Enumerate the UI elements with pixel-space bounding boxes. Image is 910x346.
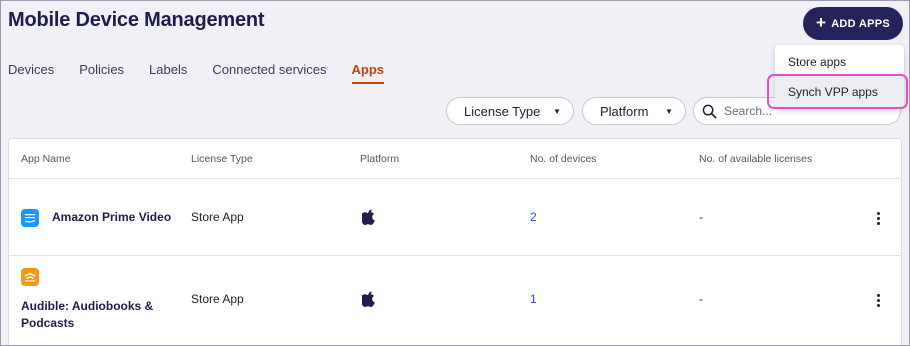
table-row[interactable]: Amazon Prime Video Store App 2 -: [9, 179, 901, 256]
search-icon: [702, 104, 717, 118]
license-type: Store App: [191, 292, 244, 306]
column-header[interactable]: License Type: [191, 153, 253, 165]
tab-devices[interactable]: Devices: [8, 62, 54, 82]
license-type: Store App: [191, 210, 244, 224]
highlight-annotation: [767, 74, 908, 109]
table-header: App Name License Type Platform No. of de…: [9, 139, 901, 179]
caret-down-icon: ▼: [665, 106, 673, 116]
license-type-filter-label: License Type: [464, 103, 541, 119]
tab-policies[interactable]: Policies: [79, 62, 124, 82]
available-licenses: -: [699, 292, 703, 306]
apple-icon: [362, 291, 375, 307]
add-apps-label: ADD APPS: [831, 17, 891, 30]
platform-filter-label: Platform: [600, 103, 649, 119]
add-apps-button[interactable]: + ADD APPS: [803, 7, 903, 40]
table-row[interactable]: Audible: Audiobooks & Podcasts Store App…: [9, 256, 901, 346]
license-type-filter[interactable]: License Type ▼: [446, 97, 574, 125]
device-count-link[interactable]: 2: [530, 210, 537, 224]
plus-icon: +: [815, 13, 827, 32]
menu-item-store-apps[interactable]: Store apps: [775, 47, 904, 77]
more-actions-icon[interactable]: [871, 212, 885, 225]
apps-table: App Name License Type Platform No. of de…: [8, 138, 902, 346]
tab-connected-services[interactable]: Connected services: [212, 62, 326, 82]
available-licenses: -: [699, 210, 703, 224]
caret-down-icon: ▼: [553, 106, 561, 116]
tab-bar: Devices Policies Labels Connected servic…: [8, 62, 409, 84]
device-count-link[interactable]: 1: [530, 292, 537, 306]
column-header[interactable]: App Name: [21, 153, 71, 165]
prime-video-icon: [21, 209, 39, 227]
apple-icon: [362, 209, 375, 225]
tab-labels[interactable]: Labels: [149, 62, 187, 82]
app-name-continued[interactable]: Podcasts: [21, 316, 74, 330]
column-header[interactable]: No. of available licenses: [699, 153, 812, 165]
column-header[interactable]: No. of devices: [530, 153, 597, 165]
column-header[interactable]: Platform: [360, 153, 399, 165]
more-actions-icon[interactable]: [871, 294, 885, 307]
platform-filter[interactable]: Platform ▼: [582, 97, 686, 125]
tab-apps[interactable]: Apps: [351, 62, 384, 84]
app-name[interactable]: Audible: Audiobooks &: [21, 299, 153, 313]
app-name[interactable]: Amazon Prime Video: [52, 210, 171, 224]
page-title: Mobile Device Management: [8, 9, 265, 31]
audible-icon: [21, 268, 39, 286]
